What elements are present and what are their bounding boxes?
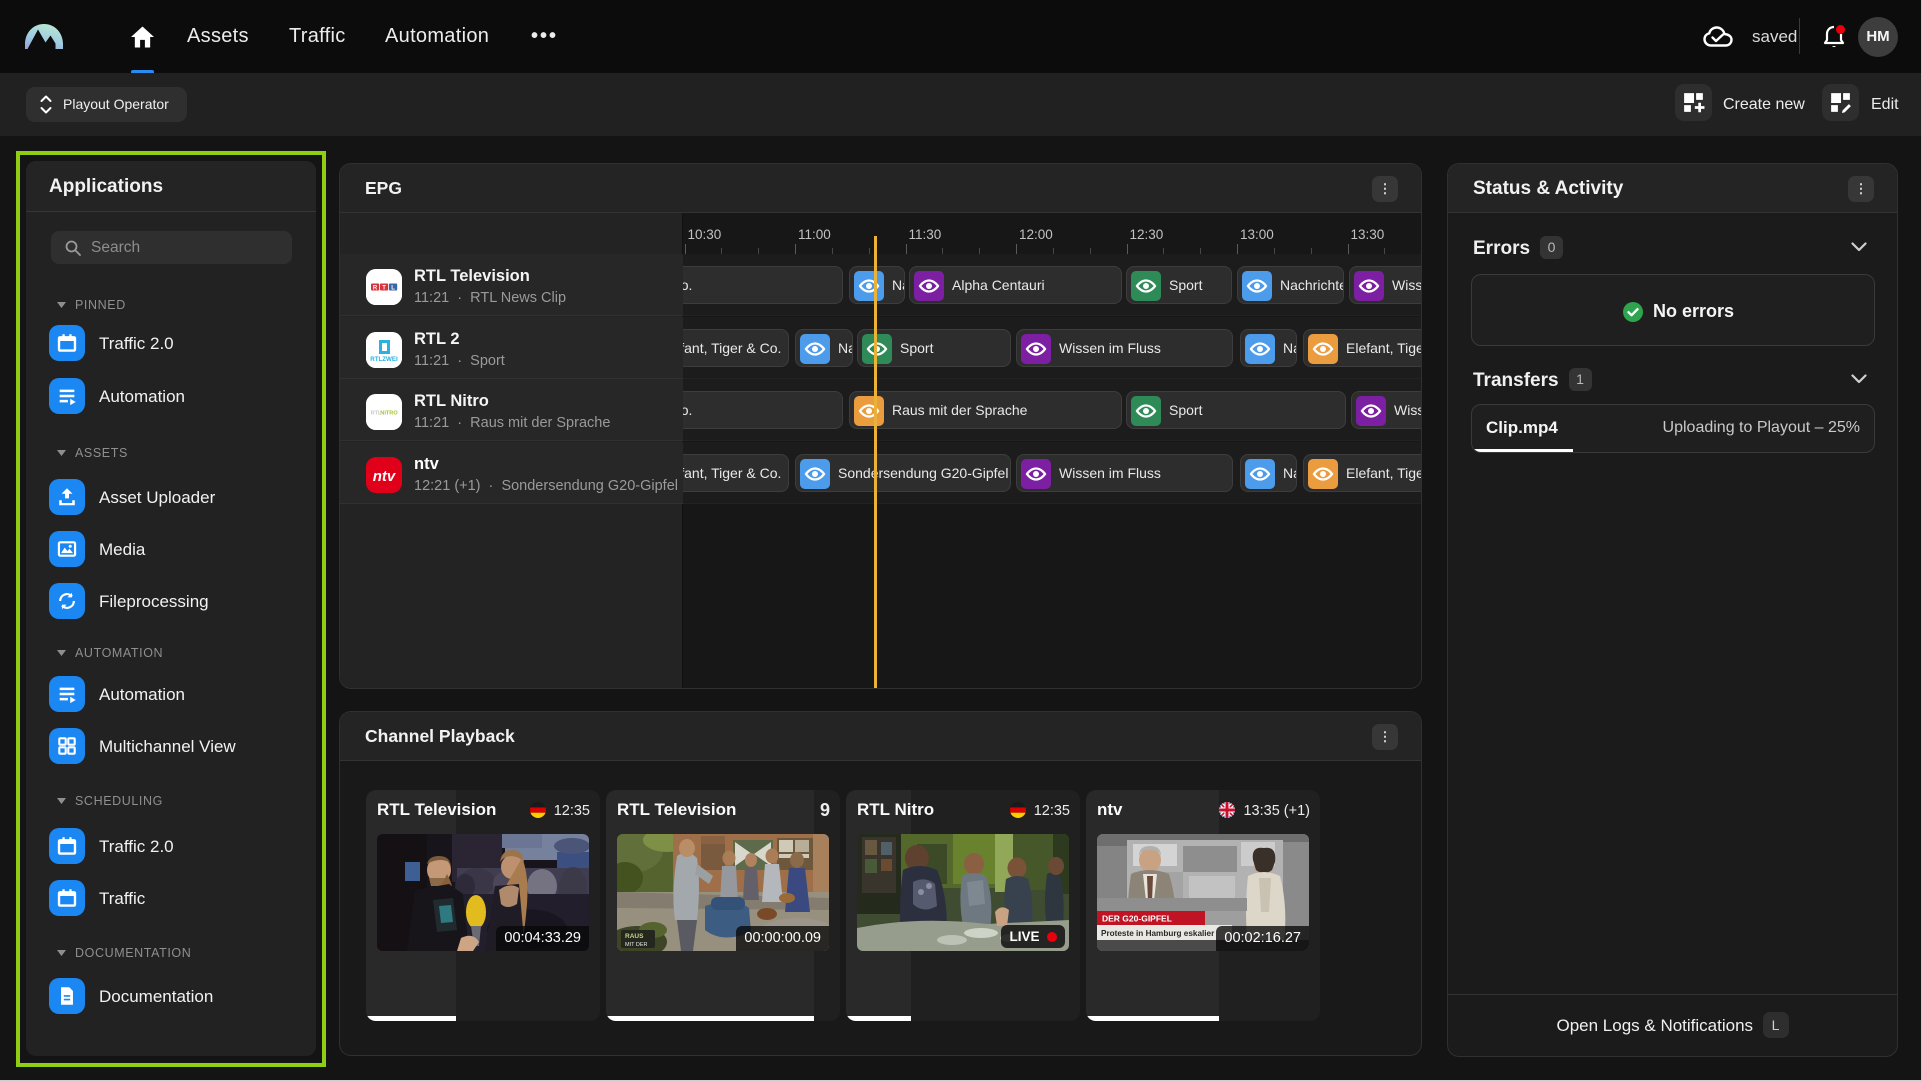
svg-text:NITRO: NITRO <box>380 411 398 417</box>
svg-text:DER G20-GIPFEL: DER G20-GIPFEL <box>1102 914 1172 924</box>
svg-text:T: T <box>382 285 386 291</box>
svg-text:RTLZWEI: RTLZWEI <box>370 356 398 363</box>
svg-text:ntv: ntv <box>373 468 397 485</box>
svg-text:L: L <box>391 285 395 291</box>
svg-text:MIT DER: MIT DER <box>625 942 648 948</box>
svg-text:R: R <box>373 285 378 291</box>
svg-text:Proteste in Hamburg eskalier: Proteste in Hamburg eskalier <box>1101 929 1215 938</box>
svg-text:RAUS: RAUS <box>625 933 644 940</box>
